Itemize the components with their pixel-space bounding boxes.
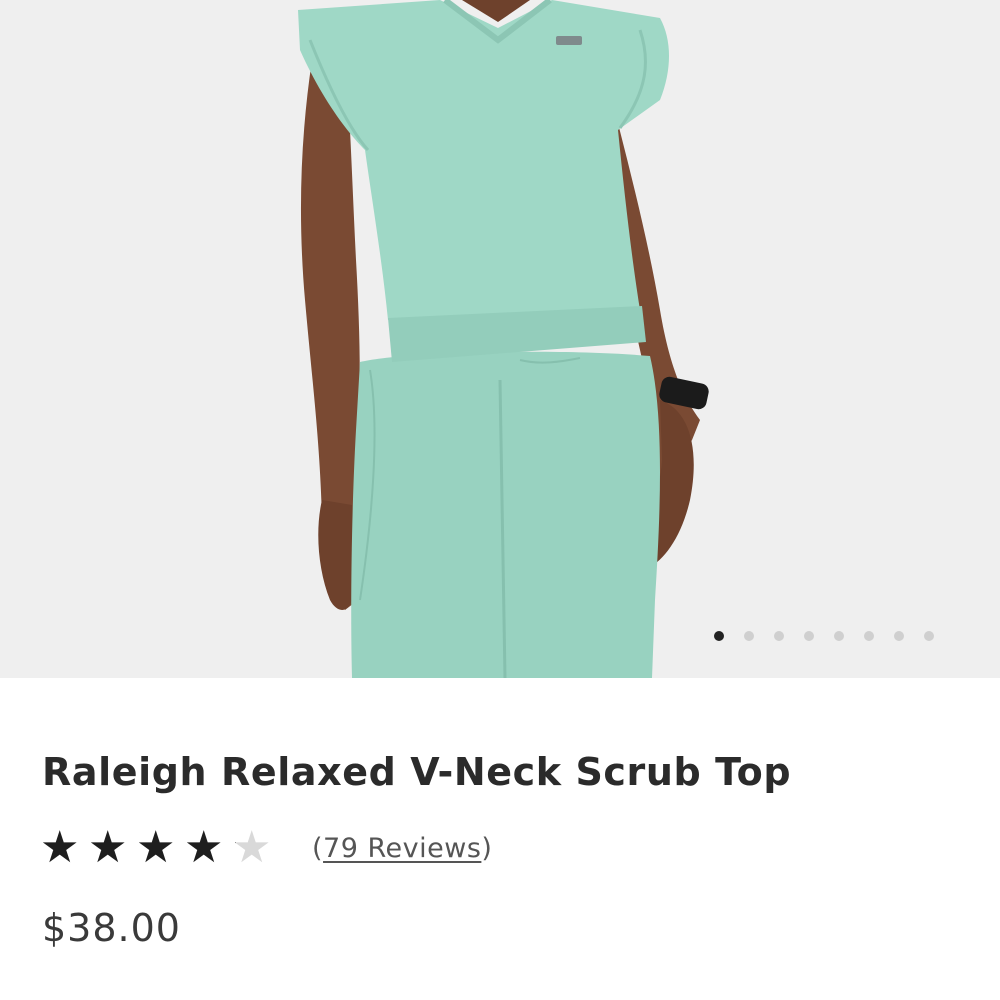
carousel-dot[interactable] <box>804 631 814 641</box>
carousel-dot[interactable] <box>714 631 724 641</box>
star-icon: ★★ <box>88 822 128 873</box>
star-icon: ★★ <box>232 822 272 873</box>
reviews-count: 79 Reviews <box>323 832 482 864</box>
carousel-dot[interactable] <box>834 631 844 641</box>
reviews-close-paren: ) <box>481 832 493 864</box>
carousel-dot[interactable] <box>774 631 784 641</box>
star-icon: ★★ <box>40 822 80 873</box>
star-rating: ★★ ★★ ★★ ★★ ★★ <box>40 826 276 870</box>
product-price: $38.00 <box>42 906 181 950</box>
carousel-dot[interactable] <box>924 631 934 641</box>
product-rating: ★★ ★★ ★★ ★★ ★★ (79 Reviews) <box>40 826 492 870</box>
reviews-open-paren: ( <box>312 832 324 864</box>
star-icon: ★★ <box>184 822 224 873</box>
star-icon: ★★ <box>136 822 176 873</box>
carousel-dot[interactable] <box>864 631 874 641</box>
carousel-pagination <box>714 631 934 641</box>
reviews-link[interactable]: (79 Reviews) <box>312 833 492 864</box>
product-photo <box>298 0 709 678</box>
product-image-gallery[interactable] <box>0 0 1000 678</box>
product-title: Raleigh Relaxed V-Neck Scrub Top <box>42 750 792 794</box>
carousel-dot[interactable] <box>894 631 904 641</box>
carousel-dot[interactable] <box>744 631 754 641</box>
